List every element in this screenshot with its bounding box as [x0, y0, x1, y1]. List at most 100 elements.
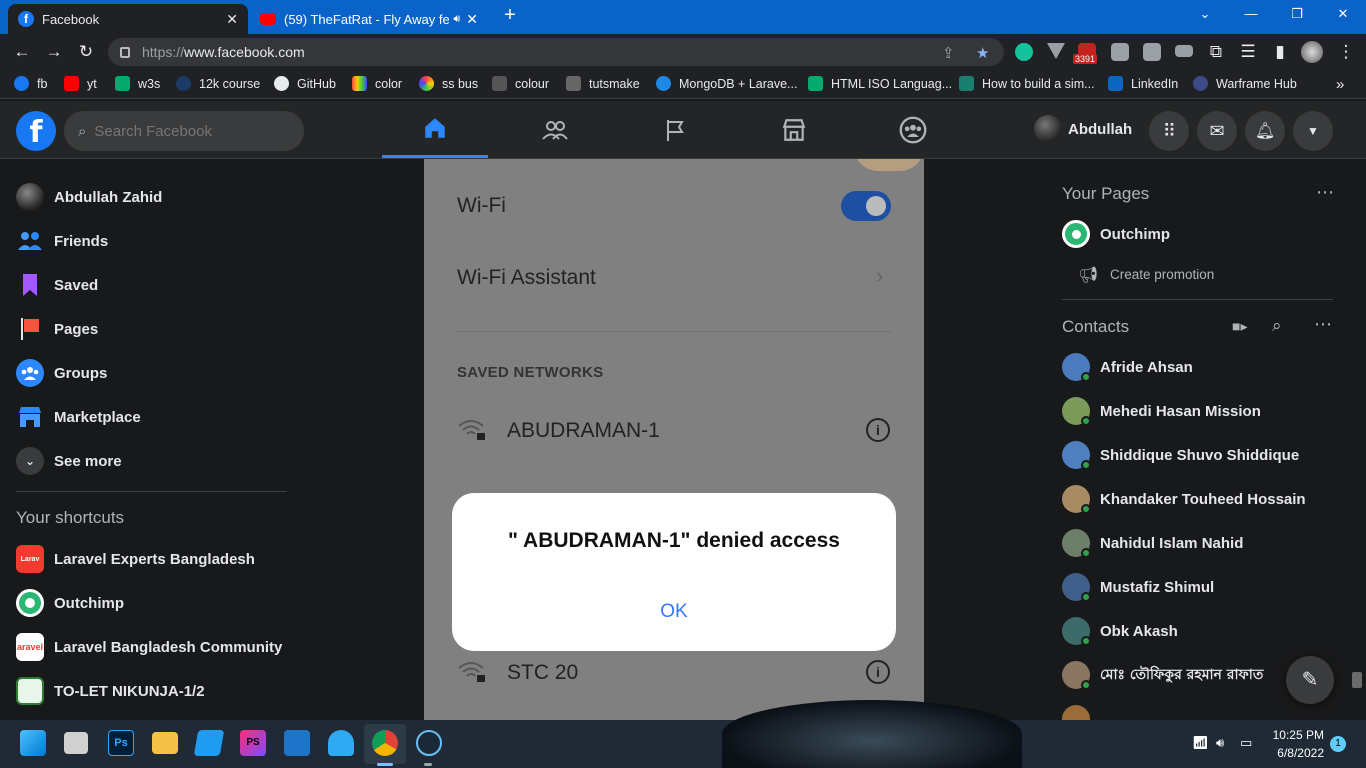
speaker-icon[interactable]: 🔊︎	[453, 13, 460, 26]
marketplace-nav-tab[interactable]	[741, 101, 847, 158]
facebook-logo[interactable]: f	[16, 111, 56, 151]
tab-search-icon[interactable]: ⌄	[1195, 6, 1215, 22]
bookmark-tutsmake[interactable]: tutsmake	[566, 76, 640, 91]
bookmark-linkedin[interactable]: LinkedIn	[1108, 76, 1178, 91]
friends-nav-tab[interactable]	[502, 101, 608, 158]
address-bar[interactable]: https://www.facebook.com ⇪ ★	[108, 38, 1004, 66]
extension-icon[interactable]	[1175, 45, 1193, 57]
divider	[1062, 299, 1333, 300]
vscode-icon[interactable]	[193, 730, 225, 756]
sidebar-item-saved[interactable]: Saved	[16, 271, 98, 299]
chrome-menu-icon[interactable]: ⋮	[1336, 42, 1356, 62]
search-icon[interactable]: ⌕	[1272, 316, 1282, 336]
bookmark-html-iso[interactable]: HTML ISO Languag...	[808, 76, 952, 91]
sidebar-item-pages[interactable]: Pages	[16, 315, 98, 343]
sidebar-item-groups[interactable]: Groups	[16, 359, 107, 387]
minimize-button[interactable]: —	[1241, 6, 1261, 21]
bookmark-color[interactable]: color	[352, 76, 402, 91]
back-button[interactable]: ←	[12, 42, 32, 62]
search-input[interactable]	[94, 122, 275, 140]
reload-button[interactable]: ↻	[76, 42, 96, 62]
bookmark-colour[interactable]: colour	[492, 76, 549, 91]
account-button[interactable]: ▼	[1293, 111, 1333, 151]
more-options-icon[interactable]: ⋯	[1314, 314, 1332, 335]
contact-item[interactable]: Afride Ahsan	[1062, 353, 1193, 382]
contact-item[interactable]: Shiddique Shuvo Shiddique	[1062, 441, 1299, 470]
app-icon[interactable]	[328, 730, 354, 756]
sidebar-item-marketplace[interactable]: Marketplace	[16, 403, 141, 431]
store-icon	[16, 403, 44, 431]
new-message-button[interactable]: ✎	[1286, 656, 1334, 704]
share-icon[interactable]: ⇪	[942, 44, 955, 62]
clock-date[interactable]: 6/8/2022	[1268, 746, 1324, 760]
notification-badge[interactable]: 1	[1330, 736, 1346, 752]
clock-time[interactable]: 10:25 PM	[1268, 728, 1324, 742]
puzzle-extensions-icon[interactable]: ⧉	[1206, 42, 1226, 62]
menu-button[interactable]: ⠿	[1149, 111, 1189, 151]
contact-item[interactable]: Khandaker Touheed Hossain	[1062, 485, 1306, 514]
volume-icon[interactable]: 🔊︎	[1216, 735, 1224, 751]
bookmark-how-to-build[interactable]: How to build a sim...	[959, 76, 1095, 91]
bookmark-12k-course[interactable]: 12k course	[176, 76, 260, 91]
app-icon[interactable]	[284, 730, 310, 756]
bookmark-fb[interactable]: fb	[14, 76, 47, 91]
see-more-button[interactable]: ⌄ See more	[16, 447, 122, 475]
shortcut-item[interactable]: Outchimp	[16, 589, 124, 617]
wifi-icon[interactable]: 📶︎	[1192, 735, 1209, 751]
bookmark-star-icon[interactable]: ★	[976, 44, 989, 62]
bookmark-yt[interactable]: yt	[64, 76, 97, 91]
photoshop-icon[interactable]: Ps	[108, 730, 134, 756]
shortcut-item[interactable]: TO-LET NIKUNJA-1/2	[16, 677, 205, 705]
vpn-extension-icon[interactable]	[1047, 43, 1065, 59]
task-view-icon[interactable]	[64, 732, 88, 754]
bookmark-warframe-hub[interactable]: Warframe Hub	[1193, 76, 1297, 91]
create-promotion-link[interactable]: Create promotion	[1110, 267, 1214, 282]
restore-button[interactable]: ❐	[1287, 6, 1307, 22]
sidebar-item-friends[interactable]: Friends	[16, 227, 108, 255]
shortcut-item[interactable]: aravel Laravel Bangladesh Community	[16, 633, 282, 661]
bookmark-w3s[interactable]: w3s	[115, 76, 160, 91]
page-item-outchimp[interactable]: Outchimp	[1062, 220, 1170, 248]
shortcut-item[interactable]: Larav Laravel Experts Bangladesh	[16, 545, 255, 573]
notifications-button[interactable]: 🔔︎	[1245, 111, 1285, 151]
groups-nav-tab[interactable]	[860, 101, 966, 158]
bookmark-ss-bus[interactable]: ss bus	[419, 76, 478, 91]
scrollbar-thumb[interactable]	[1352, 672, 1362, 688]
battery-icon[interactable]: ▭	[1240, 735, 1252, 751]
phpstorm-icon[interactable]: PS	[240, 730, 266, 756]
pages-nav-tab[interactable]	[622, 101, 728, 158]
contact-item[interactable]: Nahidul Islam Nahid	[1062, 529, 1243, 558]
contact-item[interactable]: Mehedi Hasan Mission	[1062, 397, 1261, 426]
grammarly-extension-icon[interactable]	[1015, 43, 1033, 61]
video-call-icon[interactable]: ■▸	[1232, 318, 1247, 335]
contact-item[interactable]: মোঃ তৌফিকুর রহমান রাফাত	[1062, 661, 1263, 690]
more-options-icon[interactable]: ⋯	[1316, 182, 1334, 203]
bookmark-mongodb-laravel[interactable]: MongoDB + Larave...	[656, 76, 797, 91]
facebook-search[interactable]: ⌕	[64, 111, 304, 151]
close-tab-icon[interactable]: ✕	[226, 11, 238, 28]
bookmark-github[interactable]: GitHub	[274, 76, 336, 91]
chrome-profile-avatar[interactable]	[1301, 41, 1323, 63]
forward-button[interactable]: →	[44, 42, 64, 62]
tab-facebook[interactable]: f Facebook ✕	[8, 4, 248, 34]
file-explorer-icon[interactable]	[152, 732, 178, 754]
profile-chip[interactable]: Abdullah	[1034, 115, 1132, 143]
extension-icon[interactable]	[1111, 43, 1129, 61]
contact-item[interactable]: Obk Akash	[1062, 617, 1178, 646]
side-panel-icon[interactable]: ▮	[1270, 42, 1290, 62]
outchimp-logo-icon	[16, 589, 44, 617]
close-tab-icon[interactable]: ✕	[466, 11, 478, 28]
tab-youtube[interactable]: (59) TheFatRat - Fly Away fea 🔊︎ ✕	[250, 4, 488, 34]
new-tab-button[interactable]: +	[500, 4, 520, 27]
chrome-taskbar-icon[interactable]	[372, 730, 398, 756]
close-window-button[interactable]: ✕	[1333, 6, 1353, 22]
messenger-button[interactable]: ✉	[1197, 111, 1237, 151]
more-bookmarks-icon[interactable]: »	[1336, 76, 1344, 93]
contact-item[interactable]: Mustafiz Shimul	[1062, 573, 1214, 602]
sidebar-item-profile[interactable]: Abdullah Zahid	[16, 183, 162, 211]
steam-icon[interactable]	[416, 730, 442, 756]
windows-start-icon[interactable]	[20, 730, 46, 756]
home-nav-tab[interactable]	[382, 101, 488, 158]
extension-icon[interactable]	[1143, 43, 1161, 61]
media-control-icon[interactable]: ☰	[1238, 42, 1258, 62]
